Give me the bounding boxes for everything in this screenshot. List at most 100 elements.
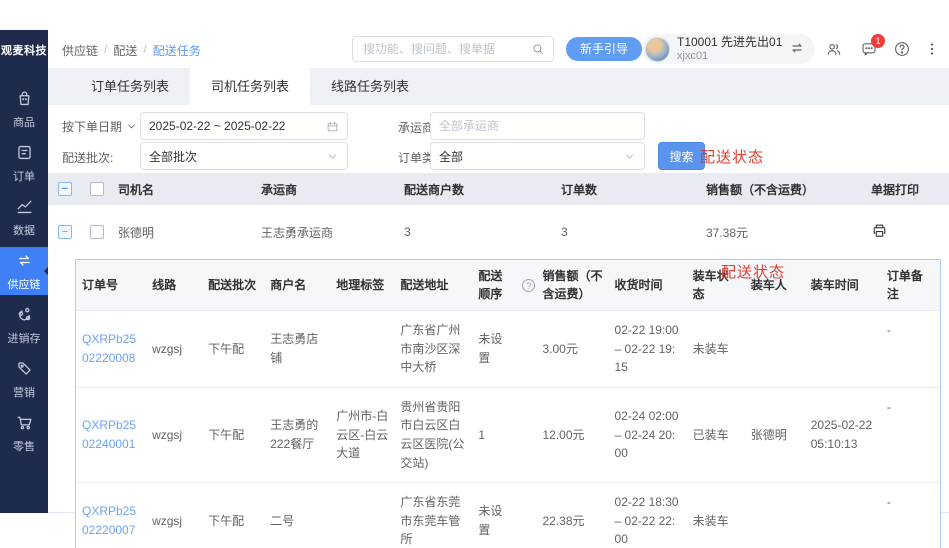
batch-select[interactable]: 全部批次: [140, 142, 348, 170]
batch: 下午配: [202, 387, 264, 482]
breadcrumb-item[interactable]: 供应链: [62, 42, 98, 59]
search-input[interactable]: [353, 42, 531, 56]
avatar: [645, 37, 670, 62]
tab-driver-task-list[interactable]: 司机任务列表: [190, 68, 310, 105]
collapse-all-toggle[interactable]: −: [58, 182, 72, 196]
address: 贵州省贵阳市白云区白云区医院(公交站): [394, 387, 472, 482]
breadcrumb-item[interactable]: 配送: [113, 42, 137, 59]
load-time: [805, 483, 881, 548]
logo: 观麦科技: [0, 30, 48, 70]
breadcrumb-current: 配送任务: [153, 42, 201, 59]
address: 广东省广州市南沙区深中大桥: [394, 311, 472, 388]
sidebar-item-orders[interactable]: 订单: [0, 136, 48, 190]
sales: 12.00元: [536, 387, 608, 482]
user-name: T10001 先进先出01: [677, 36, 782, 50]
inventory-icon: [15, 305, 34, 327]
breadcrumb-separator: /: [104, 42, 107, 59]
sidebar-item-marketing[interactable]: 营销: [0, 352, 48, 406]
column-header-carrier: 承运商: [255, 173, 398, 205]
geo-tag: [330, 483, 394, 548]
sales: 22.38元: [536, 483, 608, 548]
search-button[interactable]: 搜索: [658, 142, 705, 170]
loader: 张德明: [745, 387, 805, 482]
supply-chain-icon: [15, 251, 34, 273]
cart-icon: [15, 413, 34, 435]
date-type-dropdown[interactable]: 按下单日期: [62, 118, 137, 135]
driver-table: − 司机名 承运商 配送商户数 订单数 销售额（不含运费） 单据打印 −: [48, 173, 949, 259]
col-line: 线路: [146, 260, 202, 311]
driver-table-row: − 张德明 王志勇承运商 3 3 37.38元: [48, 205, 949, 259]
col-load-time: 装车时间: [805, 260, 881, 311]
batch: 下午配: [202, 311, 264, 388]
order-icon: [15, 143, 34, 165]
sidebar-item-label: 进销存: [8, 330, 41, 346]
calendar-icon: [326, 120, 339, 133]
message-badge: 1: [871, 34, 885, 48]
order-number-link[interactable]: QXRPb2502240001: [82, 418, 136, 451]
contacts-icon[interactable]: [825, 40, 843, 58]
more-menu-icon[interactable]: [923, 40, 941, 58]
merchant-count: 3: [398, 205, 555, 259]
collapse-row-toggle[interactable]: −: [58, 225, 72, 239]
help-icon[interactable]: [893, 40, 911, 58]
sidebar-item-label: 零售: [13, 438, 35, 454]
order-row: QXRPb2502220008 wzgsj 下午配 王志勇店铺 广东省广州市南沙…: [76, 311, 940, 388]
order-table-header-row: 订单号 线路 配送批次 商户名 地理标签 配送地址 配送顺序 ? 销售额（不含运…: [76, 260, 940, 311]
order-number-link[interactable]: QXRPb2502220008: [82, 332, 136, 365]
select-all-checkbox[interactable]: [90, 182, 104, 196]
date-range-input[interactable]: 2025-02-22 ~ 2025-02-22: [140, 112, 348, 140]
sidebar-item-supply-chain[interactable]: 供应链: [0, 247, 48, 295]
user-meta: T10001 先进先出01 xjxc01: [677, 36, 782, 62]
col-merchant: 商户名: [264, 260, 330, 311]
date-range-value: 2025-02-22 ~ 2025-02-22: [149, 119, 326, 133]
sales-amount: 37.38元: [700, 205, 865, 259]
search-icon[interactable]: [531, 42, 545, 56]
receive-time: 02-22 19:00 – 02-22 19:15: [609, 311, 687, 388]
sidebar-nav: 商品 订单 数据 供应链 进销存: [0, 82, 48, 460]
sales: 3.00元: [536, 311, 608, 388]
user-pill[interactable]: T10001 先进先出01 xjxc01: [642, 34, 815, 64]
guide-button[interactable]: 新手引导: [566, 37, 642, 61]
sidebar-item-inventory[interactable]: 进销存: [0, 298, 48, 352]
receive-time: 02-22 18:30 – 02-22 22:00: [609, 483, 687, 548]
col-batch: 配送批次: [202, 260, 264, 311]
printer-icon: [871, 222, 888, 239]
tabbar: 订单任务列表 司机任务列表 线路任务列表: [48, 68, 949, 105]
sidebar-item-data[interactable]: 数据: [0, 190, 48, 244]
col-sales: 销售额（不含运费）: [536, 260, 608, 311]
col-remark: 订单备注: [881, 260, 940, 311]
date-type-label: 按下单日期: [62, 118, 122, 135]
col-seq: 配送顺序: [472, 260, 516, 311]
seq-help-icon[interactable]: ?: [522, 279, 535, 292]
page: 观麦科技 商品 订单 数据 供应链: [0, 0, 949, 548]
sidebar-item-label: 数据: [13, 222, 35, 238]
global-search: [352, 36, 554, 62]
tab-order-task-list[interactable]: 订单任务列表: [70, 68, 190, 105]
col-address: 配送地址: [394, 260, 472, 311]
col-geo-tag: 地理标签: [330, 260, 394, 311]
tag-icon: [15, 359, 34, 381]
topbar: 供应链 / 配送 / 配送任务 新手引导 T10001 先进先出01 xjxc0…: [48, 30, 949, 68]
print-button[interactable]: [871, 222, 888, 242]
loader: [745, 483, 805, 548]
chart-icon: [15, 197, 34, 219]
line: wzgsj: [146, 387, 202, 482]
messages-icon[interactable]: 1: [860, 40, 878, 58]
order-count: 3: [555, 205, 700, 259]
sidebar-item-retail[interactable]: 零售: [0, 406, 48, 460]
sidebar-item-products[interactable]: 商品: [0, 82, 48, 136]
merchant: 二号: [264, 483, 330, 548]
switch-account-icon[interactable]: [789, 40, 805, 59]
breadcrumb-separator: /: [143, 42, 146, 59]
column-header-print: 单据打印: [865, 173, 949, 205]
row-checkbox[interactable]: [90, 225, 104, 239]
carrier-input[interactable]: [439, 119, 636, 133]
content: 按下单日期 2025-02-22 ~ 2025-02-22 承运商: 配送批次:…: [48, 105, 949, 513]
batch-value: 全部批次: [149, 148, 326, 165]
tab-route-task-list[interactable]: 线路任务列表: [310, 68, 430, 105]
annotation-delivery-status: 配送状态: [700, 146, 764, 167]
annotation-delivery-status-2: 配送状态: [721, 261, 785, 282]
order-number-link[interactable]: QXRPb2502220007: [82, 504, 136, 537]
order-type-select[interactable]: 全部: [430, 142, 645, 170]
carrier-name: 王志勇承运商: [255, 205, 398, 259]
